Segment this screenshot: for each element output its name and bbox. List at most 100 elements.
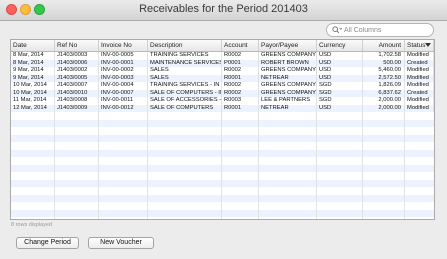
cell-account: R0001	[222, 104, 259, 112]
cell-ref-no: J1403/0006	[55, 59, 99, 67]
cell-amount: 6,837.62	[363, 89, 405, 97]
new-voucher-button[interactable]: New Voucher	[88, 237, 154, 249]
cell-ref-no: J1403/0005	[55, 74, 99, 82]
empty-row	[11, 202, 434, 210]
cell-status: Created	[405, 89, 434, 97]
cell-status: Created	[405, 59, 434, 67]
cell-date: 11 Mar, 2014	[11, 97, 55, 105]
cell-date: 12 Mar, 2014	[11, 104, 55, 112]
search-icon	[332, 26, 342, 34]
cell-description: SALES	[148, 67, 222, 75]
cell-status: Modified	[405, 52, 434, 60]
column-divider	[54, 52, 55, 219]
cell-account: R0003	[222, 97, 259, 105]
cell-invoice-no: INV-00-0005	[99, 52, 148, 60]
column-header-date[interactable]: Date	[11, 40, 55, 51]
column-divider	[98, 52, 99, 219]
column-header-account[interactable]: Account	[222, 40, 259, 51]
table-row[interactable]: 8 Mar, 2014 J1403/0006 INV-00-0001 MAINTENA…	[11, 59, 434, 67]
empty-row	[11, 164, 434, 172]
cell-account: R0002	[222, 52, 259, 60]
cell-payor-payee: GREENS COMPANY	[261, 67, 317, 75]
cell-invoice-no: INV-00-0001	[99, 59, 148, 67]
column-divider	[404, 52, 405, 219]
cell-currency: USD	[317, 67, 363, 75]
table-row[interactable]: 11 Mar, 2014 J1403/0008 INV-00-0011 SALE OF…	[11, 97, 434, 105]
cell-invoice-no: INV-00-0007	[99, 89, 148, 97]
cell-description: SALE OF ACCESSORIES - I	[150, 97, 222, 105]
column-header-currency[interactable]: Currency	[317, 40, 363, 51]
change-period-button[interactable]: Change Period	[16, 237, 79, 249]
column-divider	[258, 52, 259, 219]
table-row[interactable]: 10 Mar, 2014 J1403/0007 INV-00-0004 TRAININ…	[11, 82, 434, 90]
cell-payor-payee: GREENS COMPANY	[261, 82, 317, 90]
column-header-status[interactable]: Status	[405, 40, 434, 51]
cell-payor-payee: ROBERT BROWN	[259, 59, 317, 67]
cell-account: R0001	[222, 74, 259, 82]
cell-invoice-no: INV-00-0012	[99, 104, 148, 112]
cell-currency: SGD	[317, 82, 363, 90]
cell-currency: USD	[317, 104, 363, 112]
receivables-window: Receivables for the Period 201403 DateRe…	[0, 0, 447, 259]
table-row[interactable]: 10 Mar, 2014 J1403/0010 INV-00-0007 SALE OF…	[11, 89, 434, 97]
search-field[interactable]	[326, 23, 434, 37]
empty-row	[11, 179, 434, 187]
empty-row	[11, 127, 434, 135]
empty-row	[11, 134, 434, 142]
cell-ref-no: J1403/0007	[55, 82, 99, 90]
cell-amount: 2,000.00	[363, 104, 405, 112]
column-header-invoice-no[interactable]: Invoice No	[99, 40, 148, 51]
column-header-payor-payee[interactable]: Payor/Payee	[259, 40, 317, 51]
table-row[interactable]: 9 Mar, 2014 J1403/0005 INV-00-0003 SALES R00…	[11, 74, 434, 82]
cell-status: Modified	[405, 67, 434, 75]
cell-payor-payee: NETREAR	[259, 74, 317, 82]
cell-description: SALE OF COMPUTERS - IN	[150, 89, 222, 97]
table-row[interactable]: 12 Mar, 2014 J1403/0009 INV-00-0012 SALE OF…	[11, 104, 434, 112]
column-divider	[362, 52, 363, 219]
cell-invoice-no: INV-00-0004	[99, 82, 148, 90]
search-input[interactable]	[344, 24, 432, 36]
cell-account: R0002	[222, 89, 259, 97]
column-header-description[interactable]: Description	[148, 40, 222, 51]
cell-ref-no: J1403/0002	[55, 67, 99, 75]
cell-payor-payee: LEE & PARTNERS	[259, 97, 317, 105]
cell-description: TRAINING SERVICES - IN S	[150, 82, 222, 90]
cell-date: 8 Mar, 2014	[11, 52, 55, 60]
table-row[interactable]: 9 Mar, 2014 J1403/0002 INV-00-0002 SALES R00…	[11, 67, 434, 75]
cell-ref-no: J1403/0008	[55, 97, 99, 105]
cell-account: R0002	[222, 82, 259, 90]
cell-currency: USD	[317, 74, 363, 82]
cell-date: 9 Mar, 2014	[11, 67, 55, 75]
cell-amount: 2,000.00	[363, 97, 405, 105]
cell-invoice-no: INV-00-0011	[99, 97, 148, 105]
cell-description: SALE OF COMPUTERS	[148, 104, 222, 112]
cell-status: Modified	[405, 97, 434, 105]
cell-date: 10 Mar, 2014	[11, 82, 55, 90]
column-header-ref-no[interactable]: Ref No	[55, 40, 99, 51]
cell-ref-no: J1403/0003	[55, 52, 99, 60]
cell-date: 8 Mar, 2014	[11, 59, 55, 67]
column-divider	[316, 52, 317, 219]
cell-status: Modified	[405, 104, 434, 112]
cell-account: R0002	[222, 67, 259, 75]
table-header: Date Ref No Invoice No Description Account Pa…	[11, 40, 434, 52]
receivables-table: Date Ref No Invoice No Description Account Pa…	[10, 39, 435, 220]
cell-ref-no: J1403/0009	[55, 104, 99, 112]
empty-row	[11, 149, 434, 157]
cell-description: SALES	[148, 74, 222, 82]
window-title: Receivables for the Period 201403	[139, 3, 308, 15]
empty-row	[11, 187, 434, 195]
cell-description: MAINTENANCE SERVICES	[150, 59, 222, 67]
column-header-amount[interactable]: Amount	[363, 40, 405, 51]
cell-payor-payee: GREENS COMPANY	[261, 52, 317, 60]
cell-payor-payee: NETREAR	[259, 104, 317, 112]
cell-status: Modified	[405, 74, 434, 82]
table-row[interactable]: 8 Mar, 2014 J1403/0003 INV-00-0005 TRAINING…	[11, 52, 434, 60]
cell-amount: 1,826.09	[363, 82, 405, 90]
empty-row	[11, 142, 434, 150]
column-divider	[221, 52, 222, 219]
empty-row	[11, 209, 434, 217]
cell-invoice-no: INV-00-0003	[99, 74, 148, 82]
cell-description: TRAINING SERVICES	[148, 52, 222, 60]
cell-ref-no: J1403/0010	[55, 89, 99, 97]
